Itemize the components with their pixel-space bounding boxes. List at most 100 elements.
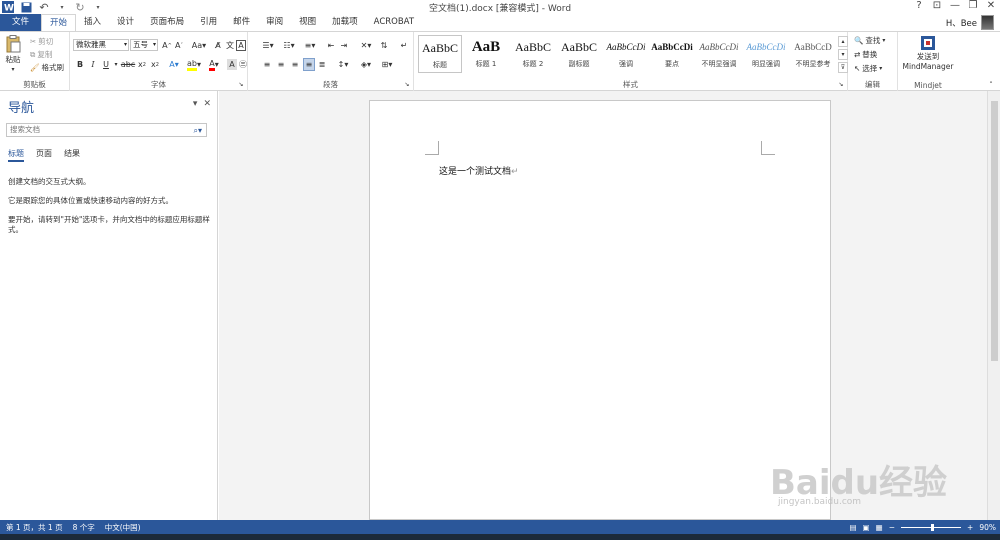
style-title[interactable]: AaBbC 标题 [418,35,462,73]
character-shading-icon[interactable]: A [227,59,237,70]
nav-tab-pages[interactable]: 页面 [36,148,52,162]
align-left-icon[interactable]: ≡ [262,59,272,70]
paste-dropdown-icon[interactable]: ▾ [11,66,14,73]
borders-icon[interactable]: ⊞▾ [379,59,395,70]
style-subtle-emphasis[interactable]: AaBbCcDi 不明显强调 [697,35,741,73]
styles-scroll-down-icon[interactable]: ▾ [838,49,848,60]
styles-scroll-up-icon[interactable]: ▴ [838,36,848,47]
superscript-icon[interactable]: x2 [150,59,160,70]
shading-icon[interactable]: ◈▾ [358,59,374,70]
copy-button[interactable]: ⧉ 复制 [30,49,52,60]
nav-search-input[interactable]: 搜索文档 ⌕▾ [6,123,207,137]
tab-file[interactable]: 文件 [0,14,42,31]
nav-tab-results[interactable]: 结果 [64,148,80,162]
tab-view[interactable]: 视图 [291,14,324,31]
zoom-slider[interactable] [901,523,962,531]
document-body-text[interactable]: 这是一个测试文档↵ [439,164,519,177]
font-dialog-launcher-icon[interactable]: ↘ [236,79,246,90]
scrollbar-thumb[interactable] [991,101,998,361]
phonetic-guide-icon[interactable]: 文 [225,40,235,51]
bold-icon[interactable]: B [75,59,85,70]
tab-design[interactable]: 设计 [109,14,142,31]
help-button[interactable]: ? [912,0,926,11]
styles-dialog-launcher-icon[interactable]: ↘ [836,79,846,90]
shrink-font-icon[interactable]: Aˇ [174,40,184,51]
collapse-ribbon-icon[interactable]: ˄ [986,79,996,90]
tab-page-layout[interactable]: 页面布局 [142,14,192,31]
underline-icon[interactable]: U [101,59,111,70]
underline-dropdown-icon[interactable]: ▾ [111,59,121,70]
decrease-indent-icon[interactable]: ⇤ [326,40,336,51]
zoom-out-icon[interactable]: − [889,523,895,532]
send-to-mindmanager-button[interactable]: 发送到 MindManager [898,35,958,71]
zoom-in-icon[interactable]: + [967,523,973,532]
nav-tab-headings[interactable]: 标题 [8,148,24,162]
search-icon[interactable]: ⌕▾ [194,125,203,137]
format-painter-button[interactable]: 🖌 格式刷 [30,62,64,73]
minimize-button[interactable]: — [948,0,962,11]
zoom-level[interactable]: 90% [979,523,996,532]
language-indicator[interactable]: 中文(中国) [105,522,141,533]
nav-close-icon[interactable]: ✕ [203,99,211,109]
find-dropdown-icon[interactable]: ▾ [882,37,885,44]
chinese-layout-icon[interactable]: ✕▾ [358,40,374,51]
show-marks-icon[interactable]: ↵ [399,40,409,51]
tab-insert[interactable]: 插入 [76,14,109,31]
text-effects-icon[interactable]: A▾ [167,59,181,70]
bullets-icon[interactable]: ☰▾ [260,40,276,51]
font-name-dropdown-icon[interactable]: ▾ [124,40,127,50]
font-size-dropdown-icon[interactable]: ▾ [153,40,156,50]
find-button[interactable]: 🔍 查找 ▾ [854,35,885,46]
web-layout-icon[interactable]: ▦ [876,523,883,532]
tab-addins[interactable]: 加载项 [324,14,366,31]
avatar[interactable] [981,15,994,30]
strikethrough-icon[interactable]: abc [121,59,135,70]
page-count[interactable]: 第 1 页，共 1 页 [6,522,63,533]
tab-acrobat[interactable]: ACROBAT [366,14,422,31]
italic-icon[interactable]: I [88,59,98,70]
tab-mailings[interactable]: 邮件 [225,14,258,31]
grow-font-icon[interactable]: A ^ [162,40,172,51]
align-center-icon[interactable]: ≡ [276,59,286,70]
print-layout-icon[interactable]: ▣ [863,523,870,532]
select-dropdown-icon[interactable]: ▾ [879,65,882,72]
distributed-icon[interactable]: ≣ [317,59,327,70]
clear-formatting-icon[interactable]: A̸ [213,40,223,51]
character-border-icon[interactable]: A [236,40,246,51]
document-page[interactable]: 这是一个测试文档↵ [369,100,831,520]
cut-button[interactable]: ✂ 剪切 [30,36,53,47]
increase-indent-icon[interactable]: ⇥ [339,40,349,51]
vertical-scrollbar[interactable] [987,91,1000,520]
justify-icon[interactable]: ≡ [303,58,315,71]
word-count[interactable]: 8 个字 [73,522,95,533]
multilevel-list-icon[interactable]: ≡▾ [302,40,318,51]
style-strong[interactable]: AaBbCcDi 要点 [650,35,694,73]
read-mode-icon[interactable]: ▤ [849,523,856,532]
paste-button[interactable]: 粘贴 ▾ [5,35,21,73]
styles-more-icon[interactable]: ⊽ [838,62,848,73]
close-button[interactable]: ✕ [984,0,998,11]
tab-references[interactable]: 引用 [192,14,225,31]
highlight-icon[interactable]: ab ▾ [187,59,201,71]
nav-options-icon[interactable]: ▾ [193,99,198,109]
ribbon-display-options-button[interactable]: ⊡ [930,0,944,11]
font-color-icon[interactable]: A ▾ [207,59,221,71]
numbering-icon[interactable]: ☷▾ [281,40,297,51]
style-subtle-reference[interactable]: AaBbCcD 不明显参考 [791,35,835,73]
style-emphasis[interactable]: AaBbCcDi 强调 [604,35,648,73]
style-intense-emphasis[interactable]: AaBbCcDi 明显强调 [744,35,788,73]
line-spacing-icon[interactable]: ↕▾ [335,59,351,70]
select-button[interactable]: ↖ 选择 ▾ [854,63,882,74]
align-right-icon[interactable]: ≡ [290,59,300,70]
tab-home[interactable]: 开始 [41,13,77,32]
font-size-combo[interactable]: 五号 ▾ [130,39,158,51]
style-heading-1[interactable]: AaB 标题 1 [464,35,508,73]
style-heading-2[interactable]: AaBbC 标题 2 [511,35,555,73]
restore-button[interactable]: ❐ [966,0,980,11]
enclose-characters-icon[interactable]: ㊂ [238,59,248,70]
paragraph-dialog-launcher-icon[interactable]: ↘ [402,79,412,90]
font-name-combo[interactable]: 微软雅黑 ▾ [73,39,129,51]
change-case-icon[interactable]: Aa▾ [191,40,207,51]
zoom-slider-knob[interactable] [931,523,935,531]
replace-button[interactable]: ⇄ 替换 [854,49,877,60]
